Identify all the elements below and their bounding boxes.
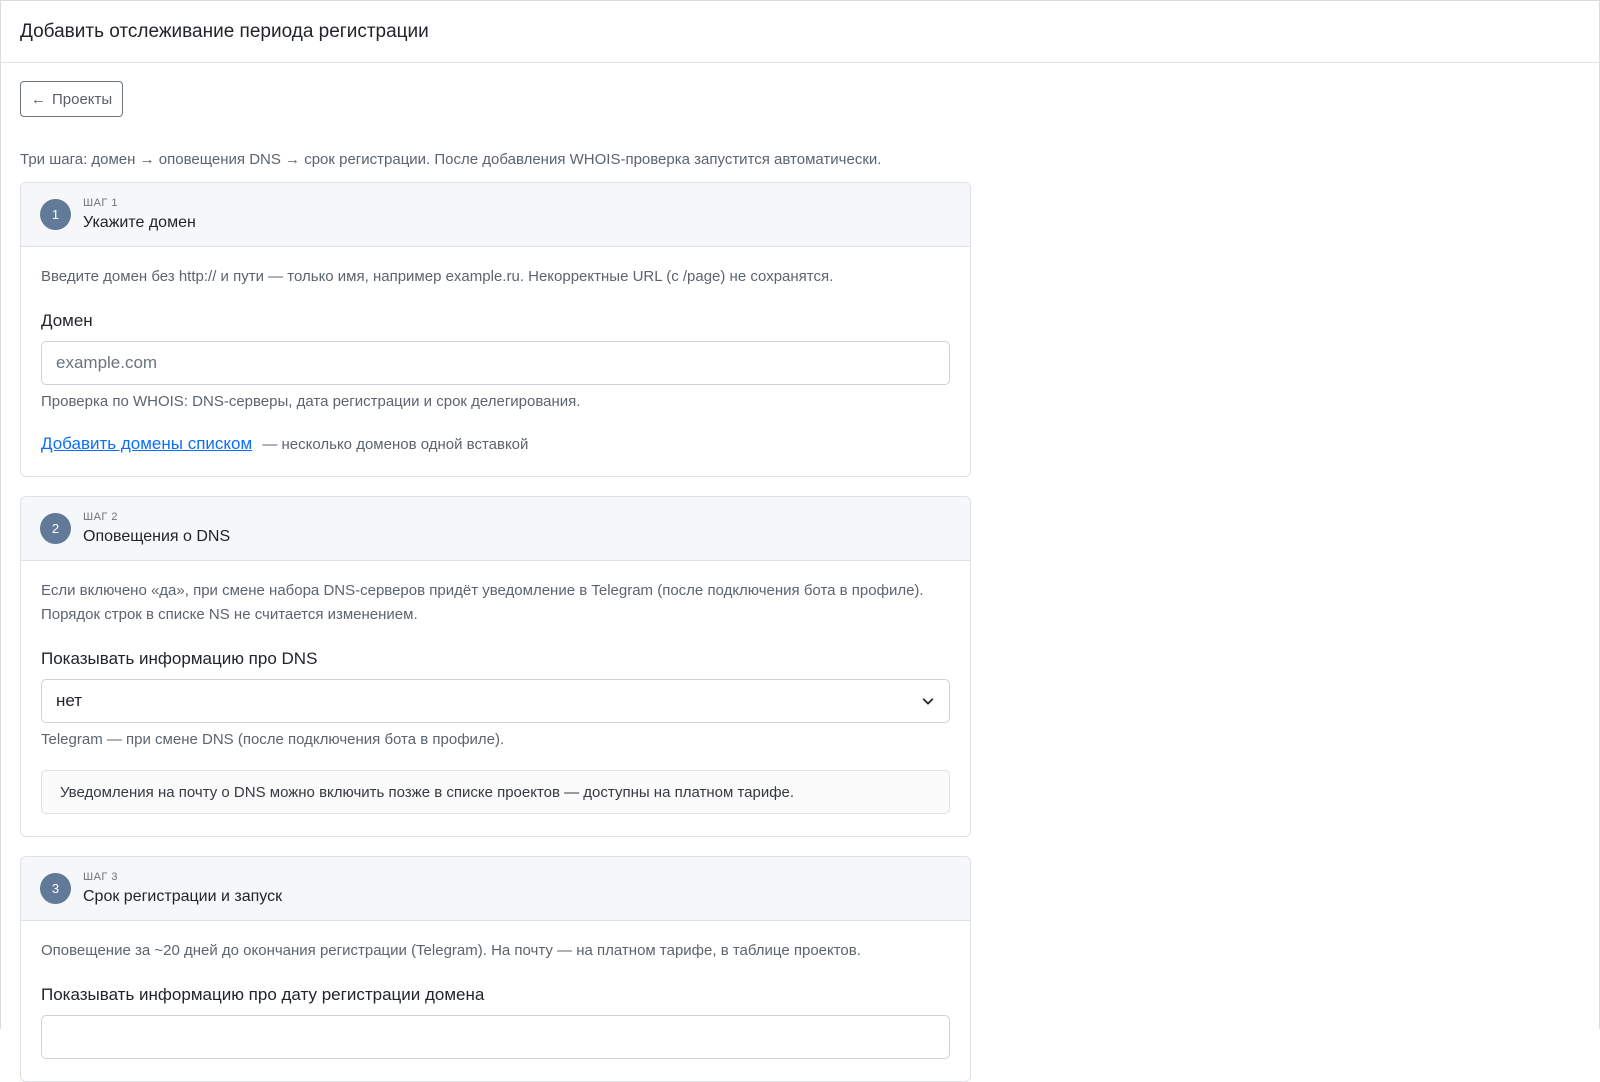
dns-info-label: Показывать информацию про DNS xyxy=(41,649,318,668)
domain-label: Домен xyxy=(41,311,93,330)
step-1-title: Укажите домен xyxy=(83,213,196,231)
step-3-title: Срок регистрации и запуск xyxy=(83,887,283,905)
step-1-help: Введите домен без http:// и пути — тольк… xyxy=(41,268,834,285)
add-domains-list-link[interactable]: Добавить домены списком xyxy=(41,434,252,453)
add-domains-list-suffix: — несколько доменов одной вставкой xyxy=(262,436,529,453)
dns-info-hint: Telegram — при смене DNS (после подключе… xyxy=(41,731,505,748)
domain-hint: Проверка по WHOIS: DNS-серверы, дата рег… xyxy=(41,393,581,410)
back-button-label: Проекты xyxy=(52,90,113,108)
chevron-down-icon xyxy=(922,698,934,705)
step-3-card: 3 ШАГ 3 Срок регистрации и запуск Оповещ… xyxy=(20,856,971,1082)
page-frame: Добавить отслеживание периода регистраци… xyxy=(0,0,1600,1082)
step-3-badge: 3 xyxy=(40,873,71,904)
step-1-header: 1 ШАГ 1 Укажите домен xyxy=(21,183,970,247)
step-2-badge: 2 xyxy=(40,513,71,544)
step-3-help: Оповещение за ~20 дней до окончания реги… xyxy=(41,942,861,959)
dns-email-notice: Уведомления на почту о DNS можно включит… xyxy=(41,770,950,814)
intro-text: Три шага: домен → оповещения DNS → срок … xyxy=(20,151,882,168)
dns-info-select[interactable]: нет xyxy=(41,679,950,723)
step-3-label: ШАГ 3 xyxy=(83,870,119,883)
step-2-help-line2: Порядок строк в списке NS не считается и… xyxy=(41,606,418,623)
step-2-title: Оповещения о DNS xyxy=(83,527,231,545)
arrow-left-icon: ← xyxy=(31,90,46,108)
step-1-label: ШАГ 1 xyxy=(83,196,119,209)
back-to-projects-button[interactable]: ← Проекты xyxy=(20,81,124,117)
main-content: ← Проекты Три шага: домен → оповещения D… xyxy=(1,63,991,1082)
registration-date-label: Показывать информацию про дату регистрац… xyxy=(41,985,485,1004)
registration-date-select[interactable] xyxy=(41,1015,950,1059)
domain-input[interactable]: example.com xyxy=(41,341,950,385)
step-2-label: ШАГ 2 xyxy=(83,510,119,523)
step-2-header: 2 ШАГ 2 Оповещения о DNS xyxy=(21,497,970,561)
page-header: Добавить отслеживание периода регистраци… xyxy=(1,1,1599,63)
step-3-header: 3 ШАГ 3 Срок регистрации и запуск xyxy=(21,857,970,921)
page-title: Добавить отслеживание периода регистраци… xyxy=(20,20,429,42)
step-2-card: 2 ШАГ 2 Оповещения о DNS Если включено «… xyxy=(20,496,971,837)
step-1-card: 1 ШАГ 1 Укажите домен Введите домен без … xyxy=(20,182,971,477)
step-1-badge: 1 xyxy=(40,199,71,230)
dns-info-select-value: нет xyxy=(56,691,83,710)
step-2-help-line1: Если включено «да», при смене набора DNS… xyxy=(41,582,924,599)
